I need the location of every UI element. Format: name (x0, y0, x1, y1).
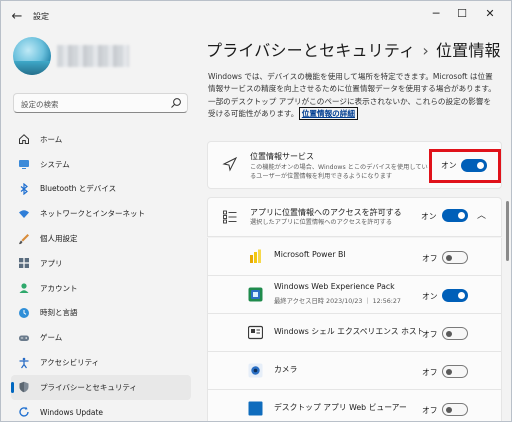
location-arrow-icon (222, 156, 238, 172)
apps-icon (18, 257, 30, 269)
privacy-shield-icon (18, 381, 30, 393)
web-experience-toggle[interactable] (442, 289, 468, 302)
sidebar-item-apps[interactable]: アプリ (11, 251, 191, 276)
time-language-icon (18, 307, 30, 319)
sidebar-item-network[interactable]: ネットワークとインターネット (11, 201, 191, 226)
sidebar-item-home[interactable]: ホーム (11, 127, 191, 152)
sidebar-item-personalization[interactable]: 個人用設定 (11, 226, 191, 251)
sidebar-item-label: ホーム (40, 134, 63, 144)
app-state: オフ (422, 406, 438, 415)
sidebar-item-gaming[interactable]: ゲーム (11, 325, 191, 350)
windows-update-icon (18, 406, 30, 418)
sidebar-item-accounts[interactable]: アカウント (11, 276, 191, 301)
avatar[interactable] (13, 37, 51, 75)
sidebar-item-label: ゲーム (40, 333, 63, 343)
sidebar-item-label: 時刻と言語 (40, 308, 78, 318)
location-service-title: 位置情報サービス (250, 152, 314, 161)
sidebar-item-label: アカウント (40, 283, 78, 293)
camera-icon (248, 363, 263, 378)
learn-more-link[interactable]: 位置情報の詳細 (302, 109, 355, 118)
account-icon (18, 282, 30, 294)
chevron-up-icon[interactable]: ︿ (477, 208, 486, 221)
sidebar-item-system[interactable]: システム (11, 152, 191, 177)
gaming-icon (18, 332, 30, 344)
app-state: オフ (422, 368, 438, 377)
web-viewer-icon (248, 401, 263, 416)
app-name: カメラ (274, 365, 298, 374)
location-service-subtitle: この機能がオンの場合、Windows とこのデバイスを使用しているユーザーが位置… (250, 164, 428, 180)
sidebar-item-label: システム (40, 159, 70, 169)
sidebar-item-label: Bluetooth とデバイス (40, 184, 117, 194)
breadcrumb-separator: › (422, 41, 429, 60)
power-bi-toggle[interactable] (442, 251, 468, 264)
back-arrow-icon[interactable]: ← (7, 7, 27, 27)
sidebar-item-label: アクセシビリティ (40, 358, 100, 368)
sidebar-item-label: プライバシーとセキュリティ (40, 382, 137, 392)
shell-host-icon (248, 325, 263, 340)
breadcrumb-current: 位置情報 (435, 41, 501, 60)
title-bar: ← 設定 ─ ☐ ✕ (1, 1, 511, 33)
app-access-subtitle: 選択したアプリに位置情報へのアクセスを許可する (250, 219, 393, 226)
breadcrumb-parent[interactable]: プライバシーとセキュリティ (206, 41, 415, 60)
search-placeholder: 設定の検索 (21, 100, 59, 109)
sidebar-item-label: ネットワークとインターネット (40, 209, 145, 219)
sidebar-item-bluetooth[interactable]: Bluetooth とデバイス (11, 177, 191, 202)
app-list-icon (223, 210, 237, 224)
sidebar-item-label: Windows Update (40, 407, 104, 417)
search-input[interactable]: 設定の検索 (13, 93, 188, 113)
minimize-icon[interactable]: ─ (423, 4, 449, 24)
maximize-icon[interactable]: ☐ (449, 4, 475, 24)
camera-toggle[interactable] (442, 365, 468, 378)
app-access-toggle[interactable] (442, 209, 468, 222)
app-last-access: 最終アクセス日時 2023/10/23 ｜ 12:56:27 (274, 298, 401, 305)
close-icon[interactable]: ✕ (477, 4, 503, 24)
app-state: オフ (422, 330, 438, 339)
power-bi-icon (250, 249, 261, 263)
bluetooth-icon (18, 182, 30, 195)
app-name: Windows シェル エクスペリエンス ホスト (274, 327, 425, 336)
app-access-state: オン (421, 212, 437, 221)
network-icon (18, 208, 30, 220)
sidebar-item-windows-update[interactable]: Windows Update (11, 400, 191, 421)
page-description: Windows では、デバイスの機能を使用して場所を特定できます。Microso… (208, 71, 498, 120)
sidebar-item-label: アプリ (40, 258, 63, 268)
app-name: Microsoft Power BI (274, 250, 346, 259)
search-icon (171, 98, 181, 108)
app-title: 設定 (33, 12, 49, 21)
sidebar-item-label: 個人用設定 (40, 234, 78, 244)
scrollbar[interactable] (506, 201, 509, 261)
sidebar-item-privacy-security[interactable]: プライバシーとセキュリティ (11, 374, 191, 400)
page-title: プライバシーとセキュリティ › 位置情報 (206, 37, 501, 61)
system-icon (18, 158, 30, 170)
app-state: オン (422, 292, 438, 301)
app-name: デスクトップ アプリ Web ビューアー (274, 403, 407, 412)
app-name: Windows Web Experience Pack (274, 282, 395, 291)
web-experience-icon (248, 287, 263, 302)
accessibility-icon (18, 357, 30, 369)
sidebar-item-time-language[interactable]: 時刻と言語 (11, 301, 191, 326)
profile-name-blurred (57, 45, 129, 67)
home-icon (18, 133, 30, 145)
app-access-title: アプリに位置情報へのアクセスを許可する (250, 208, 402, 217)
sidebar-item-accessibility[interactable]: アクセシビリティ (11, 350, 191, 375)
shell-host-toggle[interactable] (442, 327, 468, 340)
settings-window: ← 設定 ─ ☐ ✕ 設定の検索 ホーム システム Bluetooth とデバイ… (0, 0, 512, 422)
app-state: オフ (422, 254, 438, 263)
web-viewer-toggle[interactable] (442, 403, 468, 416)
highlight-box (429, 149, 501, 183)
sidebar-nav: ホーム システム Bluetooth とデバイス ネットワークとインターネット … (11, 127, 191, 421)
learn-more-link-focus: 位置情報の詳細 (298, 106, 358, 120)
personalization-icon (18, 233, 30, 245)
